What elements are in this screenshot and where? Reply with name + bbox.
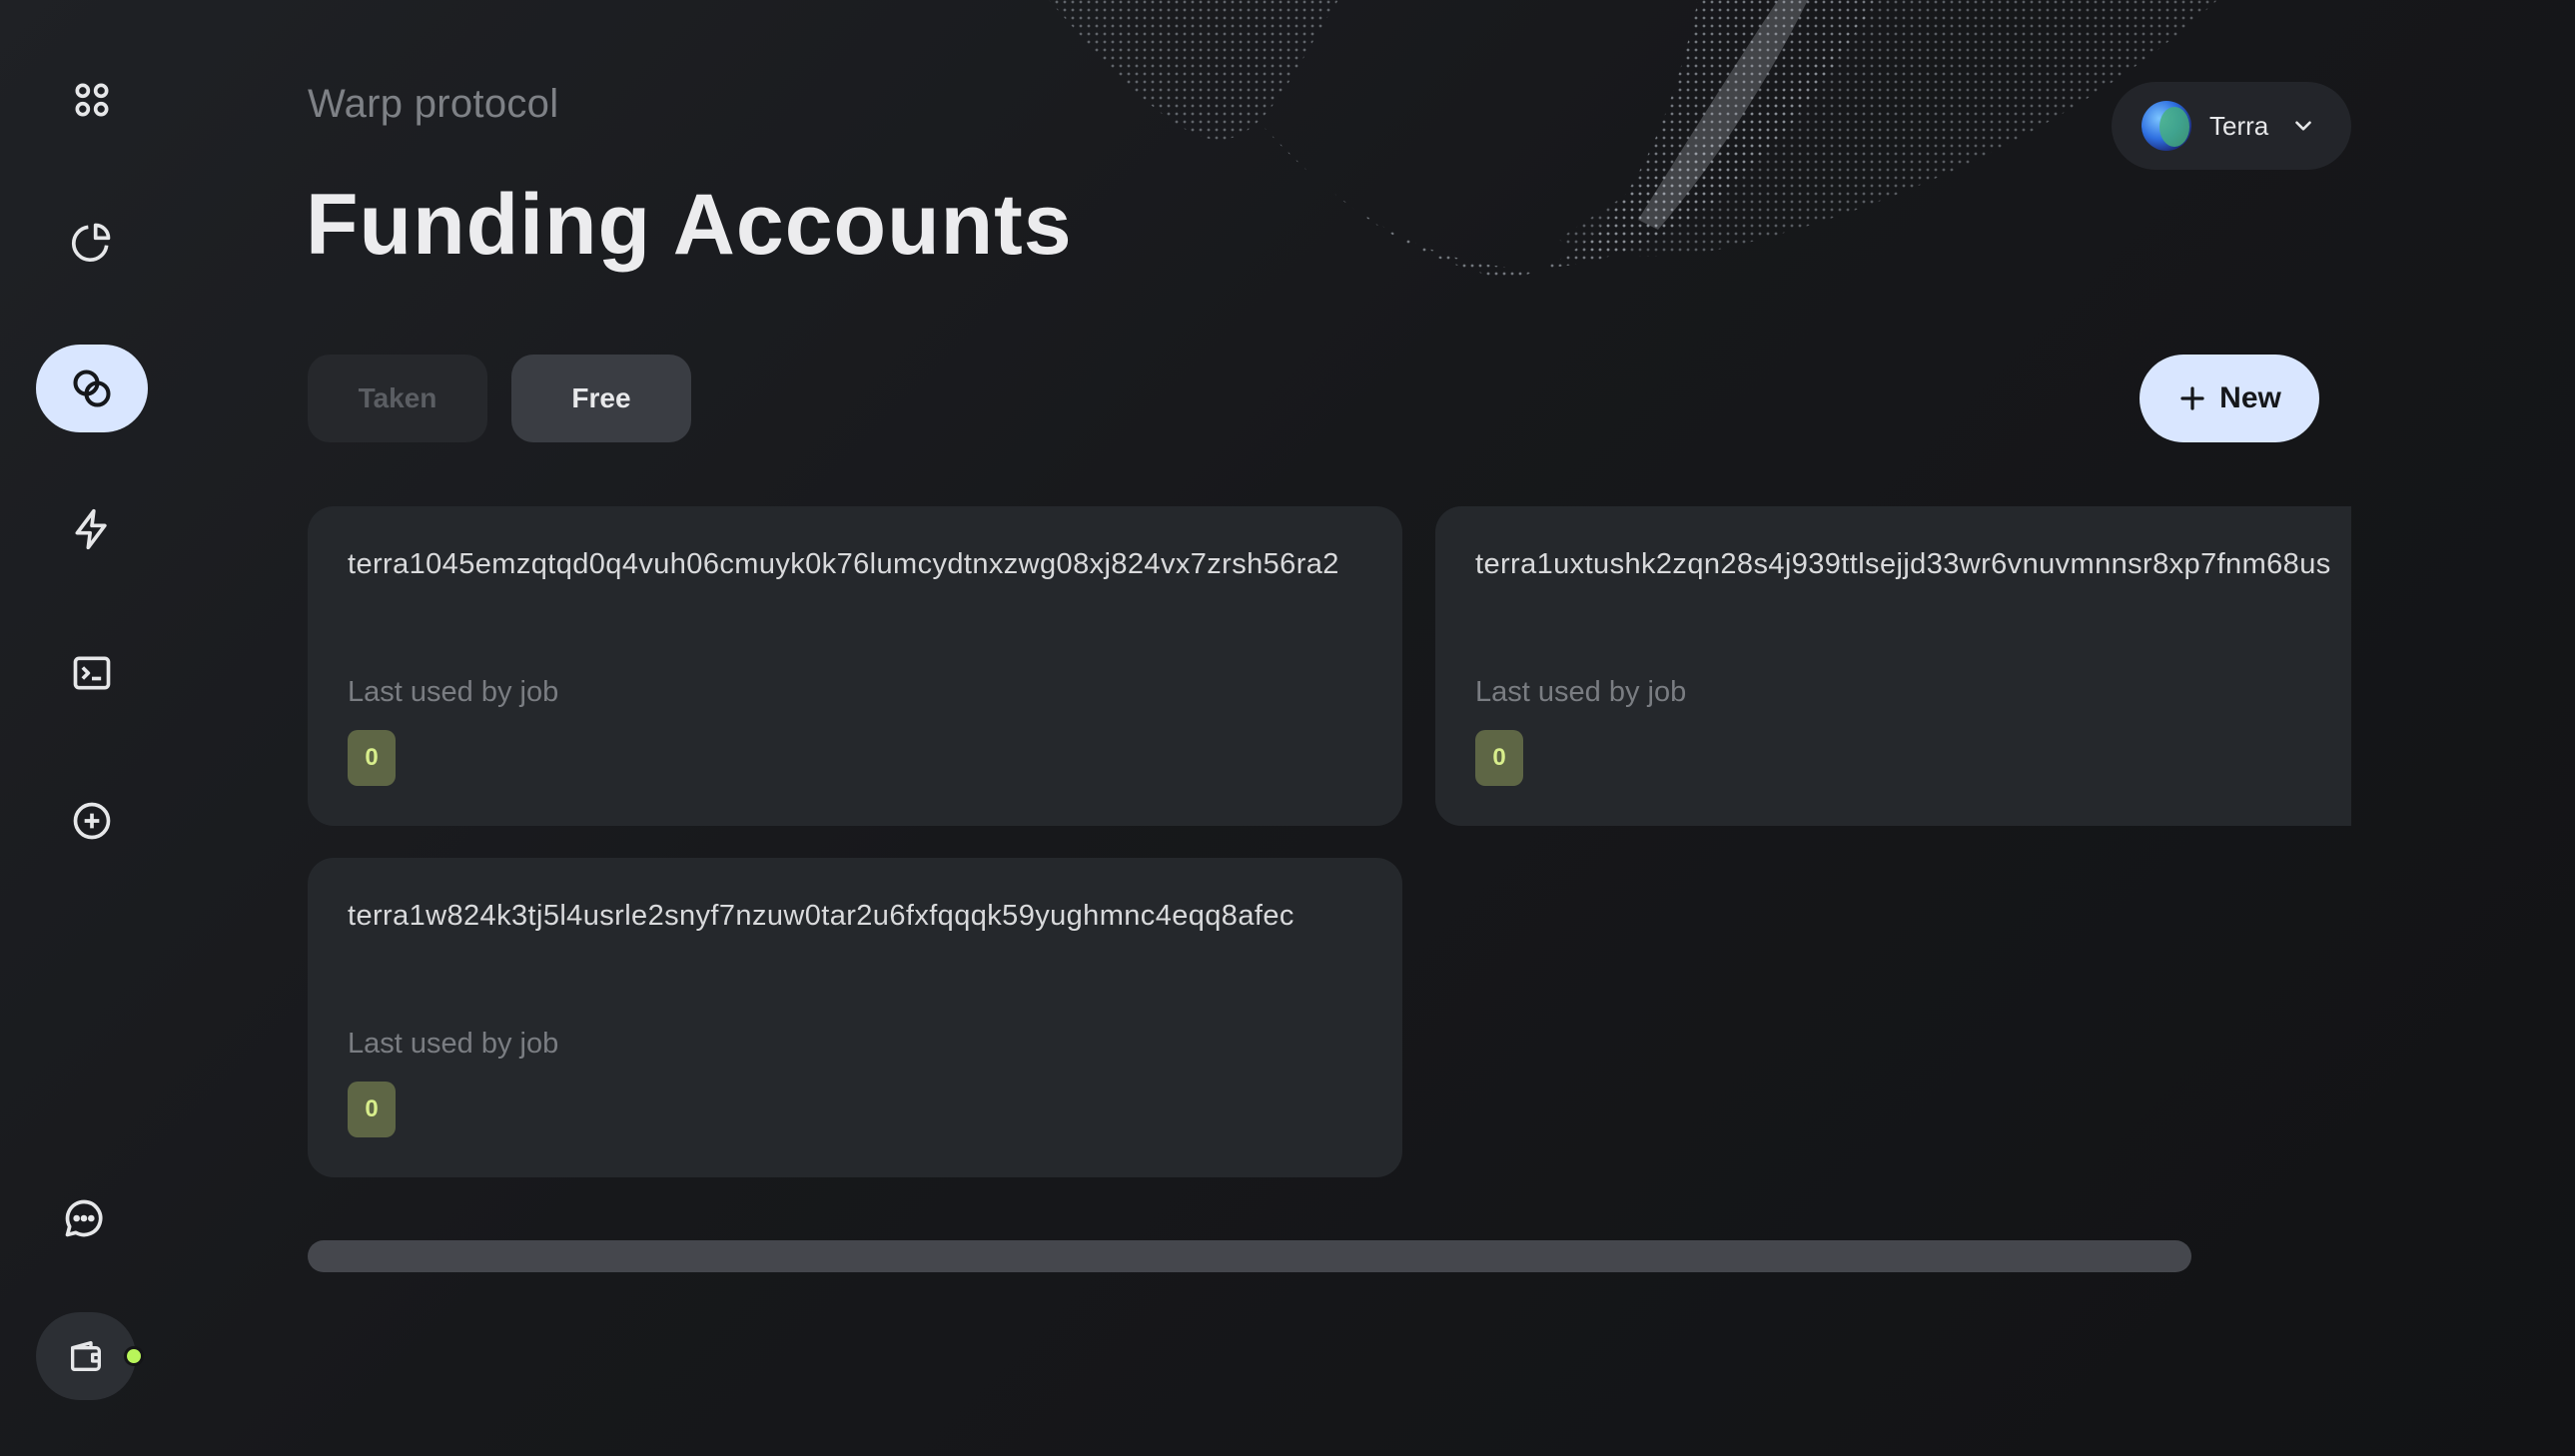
decorative-wave bbox=[1049, 0, 2217, 280]
job-badge[interactable]: 0 bbox=[1475, 730, 1523, 786]
last-used-label: Last used by job bbox=[348, 1028, 559, 1060]
network-label: Terra bbox=[2209, 110, 2269, 141]
sidebar-item-console[interactable] bbox=[36, 629, 148, 717]
pie-chart-icon bbox=[71, 223, 111, 263]
lightning-icon bbox=[75, 508, 107, 550]
accounts-grid: terra1045emzqtqd0q4vuh06cmuyk0k76lumcydt… bbox=[308, 506, 2351, 1177]
wallet-status-dot bbox=[124, 1346, 144, 1366]
sidebar-item-analytics[interactable] bbox=[36, 198, 148, 286]
account-address: terra1uxtushk2zqn28s4j939ttlsejjd33wr6vn… bbox=[1475, 548, 2331, 580]
sidebar-item-jobs[interactable] bbox=[36, 485, 148, 573]
new-button-label: New bbox=[2219, 381, 2281, 414]
account-address: terra1045emzqtqd0q4vuh06cmuyk0k76lumcydt… bbox=[348, 548, 1339, 580]
account-card[interactable]: terra1045emzqtqd0q4vuh06cmuyk0k76lumcydt… bbox=[308, 506, 1402, 826]
plus-icon bbox=[2180, 386, 2204, 410]
horizontal-scrollbar[interactable] bbox=[308, 1240, 2191, 1272]
sidebar-item-dashboard[interactable] bbox=[36, 56, 148, 144]
terra-logo-icon bbox=[2142, 101, 2191, 151]
page-subtitle: Warp protocol bbox=[308, 82, 559, 126]
last-used-label: Last used by job bbox=[1475, 676, 1687, 708]
sidebar bbox=[0, 0, 184, 1456]
sidebar-item-create[interactable] bbox=[36, 777, 148, 865]
account-address: terra1w824k3tj5l4usrle2snyf7nzuw0tar2u6f… bbox=[348, 900, 1294, 932]
network-selector[interactable]: Terra bbox=[2112, 82, 2351, 170]
new-account-button[interactable]: New bbox=[2140, 355, 2319, 442]
plus-circle-icon bbox=[73, 802, 111, 840]
chevron-down-icon bbox=[2295, 121, 2312, 131]
sidebar-item-funding-accounts[interactable] bbox=[36, 345, 148, 432]
tab-free[interactable]: Free bbox=[511, 355, 691, 442]
wallet-icon bbox=[71, 1341, 102, 1371]
account-card[interactable]: terra1uxtushk2zqn28s4j939ttlsejjd33wr6vn… bbox=[1435, 506, 2351, 826]
sidebar-item-chat[interactable] bbox=[28, 1174, 140, 1262]
account-card[interactable]: terra1w824k3tj5l4usrle2snyf7nzuw0tar2u6f… bbox=[308, 858, 1402, 1177]
tab-taken[interactable]: Taken bbox=[308, 355, 487, 442]
page-title: Funding Accounts bbox=[306, 177, 1073, 273]
circles-icon bbox=[73, 369, 111, 407]
job-badge[interactable]: 0 bbox=[348, 730, 396, 786]
app: Warp protocol Funding Accounts Terra Tak… bbox=[0, 0, 2575, 1456]
wallet-button[interactable] bbox=[36, 1312, 136, 1400]
job-badge[interactable]: 0 bbox=[348, 1082, 396, 1137]
grid-icon bbox=[75, 83, 109, 117]
chat-icon bbox=[65, 1199, 103, 1237]
terminal-icon bbox=[73, 656, 111, 690]
last-used-label: Last used by job bbox=[348, 676, 559, 708]
